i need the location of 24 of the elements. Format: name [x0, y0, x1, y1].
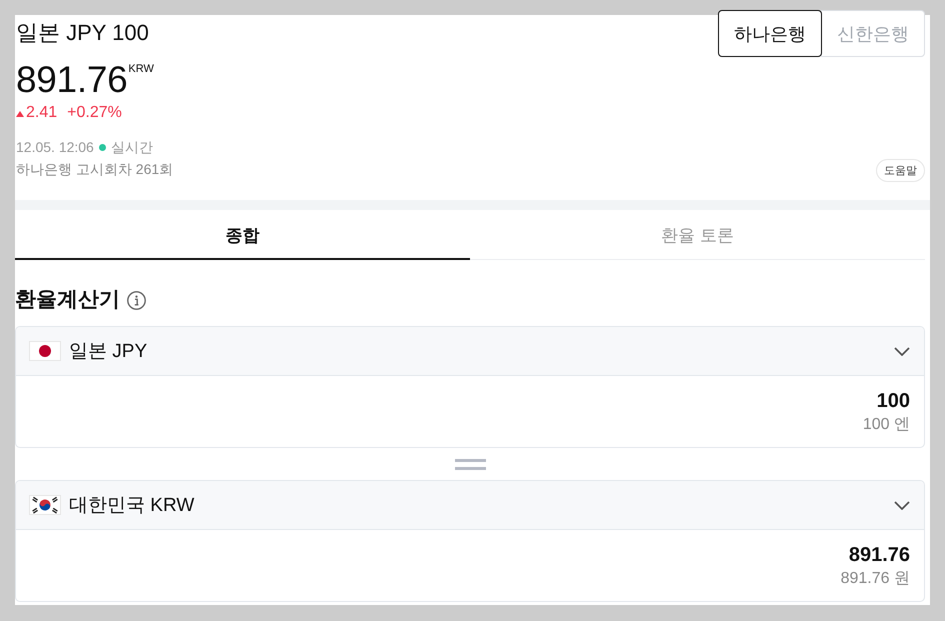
exchange-rate: 891.76: [16, 60, 128, 100]
chevron-down-icon: [894, 500, 910, 510]
change-amount: 2.41: [26, 103, 58, 123]
korea-flag-icon: [29, 495, 61, 515]
amount-input[interactable]: 891.76: [840, 542, 910, 566]
currency-dropdown[interactable]: 대한민국 KRW: [16, 481, 924, 530]
amount-input[interactable]: 100: [873, 388, 910, 412]
change-percent: +0.27%: [67, 103, 122, 123]
currency-unit: KRW: [128, 63, 154, 76]
japan-flag-icon: [29, 341, 61, 361]
tab[interactable]: 종합: [15, 210, 470, 260]
help-button[interactable]: 도움말: [876, 159, 925, 182]
amount-in-words: 891.76 원: [840, 568, 910, 588]
amount-in-words: 100 엔: [862, 414, 910, 434]
live-label: 실시간: [110, 138, 153, 156]
currency-title: 일본 JPY 100: [16, 21, 149, 45]
chevron-down-icon: [894, 346, 910, 356]
notice-round: 하나은행 고시회차 261회: [16, 160, 174, 178]
info-icon[interactable]: [127, 290, 146, 310]
currency-dropdown[interactable]: 일본 JPY: [16, 327, 924, 376]
swap-handle-icon[interactable]: [454, 458, 486, 470]
bank-tab[interactable]: 하나은행: [718, 10, 822, 57]
update-time: 12.05. 12:06: [16, 138, 94, 156]
section-title: 환율계산기: [15, 288, 120, 312]
